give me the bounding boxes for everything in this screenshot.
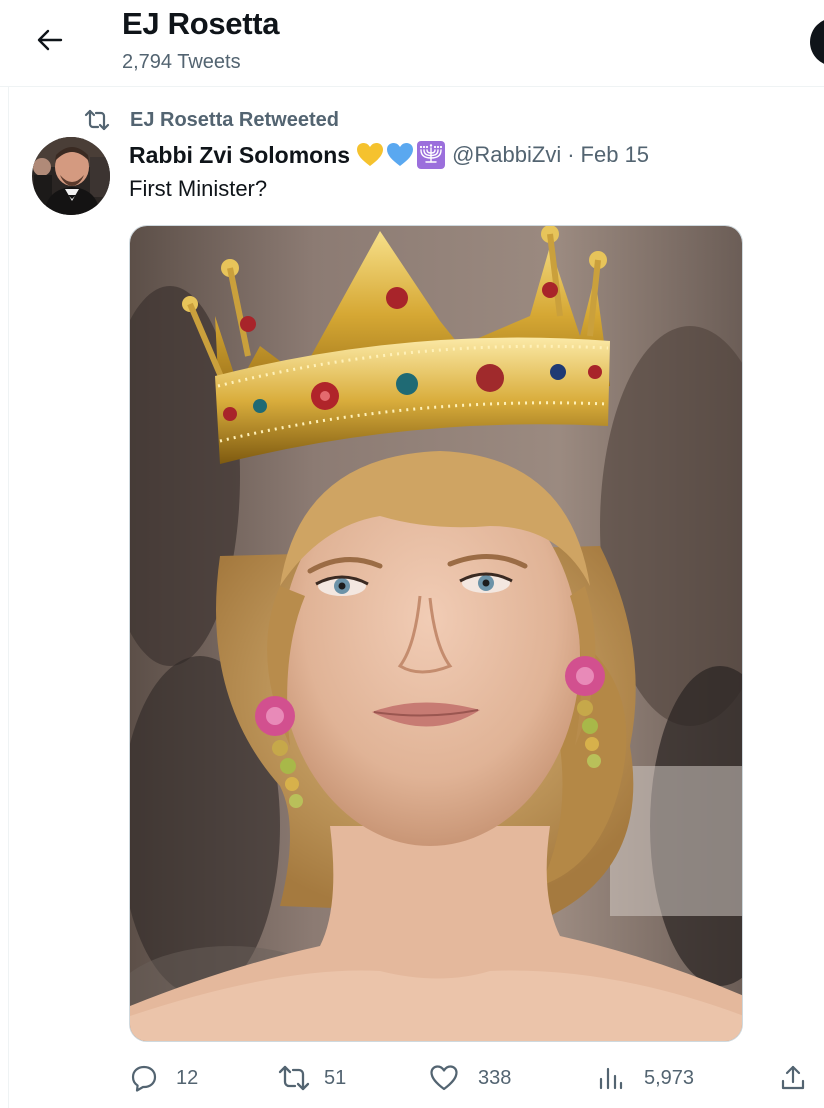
share-icon <box>781 1065 805 1090</box>
retweet-label: EJ Rosetta Retweeted <box>130 108 339 131</box>
tweet-text: First Minister? <box>129 176 268 201</box>
tweet-timestamp[interactable]: Feb 15 <box>581 142 650 168</box>
yellow-heart-icon <box>356 142 384 168</box>
profile-header: EJ Rosetta 2,794 Tweets <box>0 0 824 87</box>
retweet-button[interactable]: 51 <box>278 1062 346 1094</box>
back-button[interactable] <box>30 22 70 58</box>
views-bar-chart-icon <box>599 1067 623 1090</box>
avatar-image <box>32 137 110 215</box>
arrow-left-icon <box>37 29 63 51</box>
reply-icon <box>131 1065 157 1092</box>
tweet-header: Rabbi Zvi Solomons @RabbiZvi · Feb 15 <box>129 139 649 171</box>
separator-dot: · <box>567 142 575 167</box>
reply-count: 12 <box>176 1066 199 1089</box>
column-divider <box>8 0 9 1108</box>
author-handle[interactable]: @RabbiZvi <box>452 142 561 168</box>
follow-button[interactable] <box>810 18 824 66</box>
share-button[interactable] <box>780 1062 806 1094</box>
reply-button[interactable]: 12 <box>130 1062 198 1094</box>
view-count: 5,973 <box>644 1066 695 1089</box>
retweet-icon <box>84 109 110 131</box>
avatar[interactable] <box>32 137 110 215</box>
menorah-icon <box>416 140 446 170</box>
tweet-media-photo[interactable] <box>129 225 743 1042</box>
blue-heart-icon <box>386 142 414 168</box>
like-count: 338 <box>478 1066 512 1089</box>
retweet-icon <box>278 1065 310 1091</box>
tweet-count: 2,794 Tweets <box>122 51 241 73</box>
timeline-page: EJ Rosetta 2,794 Tweets EJ Rosetta Retwe… <box>0 0 824 1108</box>
photo-illustration <box>130 226 742 1041</box>
author-name[interactable]: Rabbi Zvi Solomons <box>129 142 350 169</box>
retweet-context[interactable]: EJ Rosetta Retweeted <box>84 106 339 134</box>
views-button[interactable]: 5,973 <box>598 1062 694 1094</box>
like-button[interactable]: 338 <box>430 1062 511 1094</box>
profile-name: EJ Rosetta <box>122 6 280 41</box>
retweet-count: 51 <box>324 1066 347 1089</box>
heart-icon <box>430 1065 458 1091</box>
